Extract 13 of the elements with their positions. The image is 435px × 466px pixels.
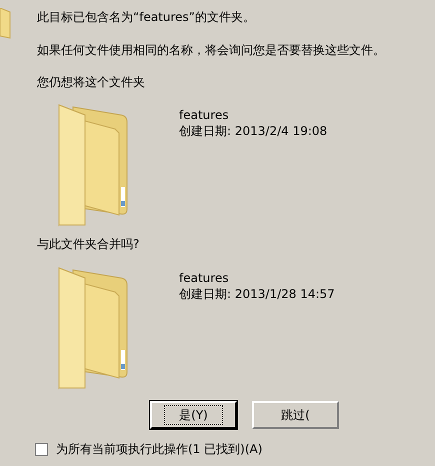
message-text: 此目标已包含名为“features”的文件夹。 <box>37 9 256 25</box>
folder-date: 创建日期: 2013/1/28 14:57 <box>179 286 335 302</box>
folder-name: features <box>179 270 230 286</box>
folder-date: 创建日期: 2013/2/4 19:08 <box>179 123 328 139</box>
folder-icon <box>0 8 12 40</box>
checkbox-label: 为所有当前项执行此操作(1 已找到)(A) <box>56 442 262 456</box>
explanation-text: 如果任何文件使用相同的名称，将会询问您是否要替换这些文件。 <box>37 42 386 58</box>
dialog-button[interactable]: 跳过( <box>252 401 339 429</box>
dialog-button[interactable]: 是(Y) <box>150 401 237 429</box>
question-text: 您仍想将这个文件夹 <box>37 74 146 90</box>
question-text: 与此文件夹合并吗? <box>37 237 140 251</box>
folder-name: features <box>179 107 230 123</box>
checkbox[interactable] <box>35 442 48 456</box>
